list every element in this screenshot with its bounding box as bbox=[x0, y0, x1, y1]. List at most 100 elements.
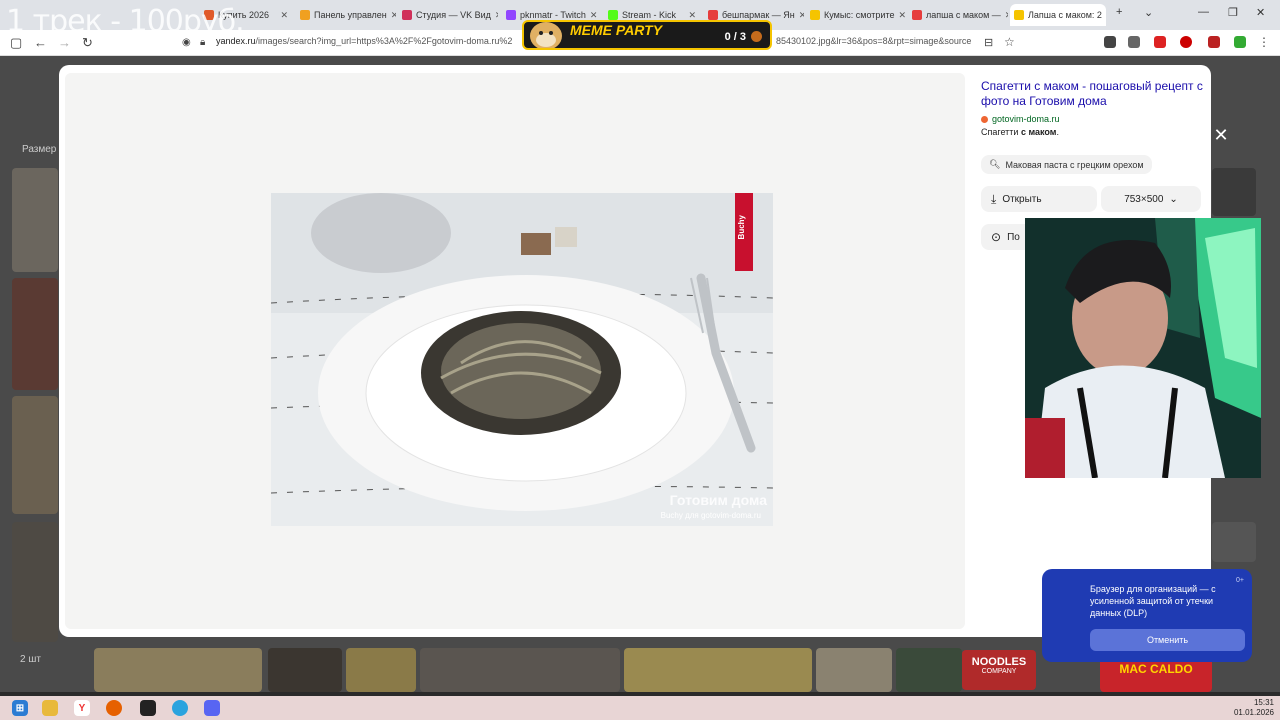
open-image-button[interactable]: ⤓ Открыть bbox=[981, 186, 1097, 212]
close-tab-icon[interactable]: ✕ bbox=[799, 10, 804, 21]
tab-label: Stream - Kick bbox=[622, 10, 677, 20]
chevron-down-icon: ⌄ bbox=[1169, 193, 1178, 205]
close-tab-icon[interactable]: ✕ bbox=[280, 10, 288, 21]
tab-label: Лапша с маком: 2 bbox=[1028, 10, 1102, 20]
tab-favicon bbox=[810, 10, 820, 20]
tab-6[interactable]: Кумыс: смотрите ✕ bbox=[806, 4, 906, 26]
result-thumbnail[interactable] bbox=[12, 396, 58, 514]
extension-icon[interactable] bbox=[1104, 36, 1116, 48]
result-thumbnail[interactable] bbox=[1212, 522, 1256, 562]
tab-label: Студия — VK Вид bbox=[416, 10, 491, 20]
site-favicon-icon bbox=[981, 115, 988, 123]
doge-icon bbox=[530, 22, 562, 48]
extension-icon[interactable] bbox=[1234, 36, 1246, 48]
image-search-label: По bbox=[1007, 231, 1020, 243]
new-tab-icon[interactable]: + bbox=[1116, 6, 1122, 18]
meme-score: 0 / 3 bbox=[724, 31, 746, 43]
extension-icon[interactable] bbox=[1128, 36, 1140, 48]
image-credit: Buchy для gotovim-doma.ru bbox=[660, 511, 761, 520]
noodles-label: NOODLES bbox=[971, 656, 1027, 668]
url-path: /images/search?img_url=https%3A%2F%2Fgot… bbox=[255, 36, 513, 46]
close-tab-icon[interactable]: ✕ bbox=[495, 10, 498, 21]
close-tab-icon[interactable]: ✕ bbox=[1005, 10, 1008, 21]
meme-party-label: MEME PARTY bbox=[570, 22, 663, 38]
tab-favicon bbox=[1014, 10, 1024, 20]
search-icon: 🔍︎ bbox=[989, 159, 1001, 169]
result-thumbnail[interactable] bbox=[12, 168, 58, 272]
start-icon[interactable]: ⊞ bbox=[12, 700, 28, 716]
chip-label: Маковая паста с грецким орехом bbox=[1005, 159, 1144, 170]
ribbon-text: Buchy bbox=[737, 215, 746, 240]
tab-label: Панель управлен bbox=[314, 10, 387, 20]
window-close-icon[interactable]: ✕ bbox=[1256, 6, 1265, 19]
result-thumbnail[interactable] bbox=[420, 648, 620, 692]
bookmark-star-icon[interactable]: ☆ bbox=[1004, 35, 1015, 49]
tab-favicon bbox=[708, 10, 718, 20]
extension-icon[interactable] bbox=[1180, 36, 1192, 48]
tab-list-icon[interactable]: ⌄ bbox=[1144, 6, 1153, 19]
result-thumbnail[interactable] bbox=[624, 648, 812, 692]
result-thumbnail[interactable] bbox=[1212, 168, 1256, 216]
extension-icon[interactable] bbox=[1208, 36, 1220, 48]
yandex-browser-icon[interactable]: Y bbox=[74, 700, 90, 716]
tab-label: лапша с маком — bbox=[926, 10, 1001, 20]
tab-label: Кумыс: смотрите bbox=[824, 10, 895, 20]
tab-2[interactable]: Студия — VK Вид ✕ bbox=[398, 4, 498, 26]
cancel-button[interactable]: Отменить bbox=[1090, 629, 1245, 651]
source-site[interactable]: gotovim-doma.ru bbox=[981, 114, 1205, 124]
description-prefix: Спагетти bbox=[981, 127, 1019, 137]
spaghetti-photo bbox=[271, 193, 773, 526]
size-label: 753×500 bbox=[1124, 193, 1164, 205]
tab-8-active[interactable]: Лапша с маком: 2✕ bbox=[1010, 4, 1106, 26]
tab-favicon bbox=[402, 10, 412, 20]
result-thumbnail[interactable] bbox=[268, 648, 342, 692]
tab-favicon bbox=[506, 10, 516, 20]
count-label: 2 шт bbox=[20, 654, 41, 665]
notification-text: Браузер для организаций — с усиленной за… bbox=[1090, 584, 1216, 618]
source-domain: gotovim-doma.ru bbox=[992, 114, 1060, 124]
minimize-icon[interactable]: — bbox=[1198, 6, 1209, 18]
result-thumbnail[interactable] bbox=[94, 648, 262, 692]
restore-icon[interactable]: ❐ bbox=[1228, 6, 1238, 19]
result-thumbnail[interactable] bbox=[346, 648, 416, 692]
image-description: Спагетти с маком. bbox=[981, 127, 1205, 137]
description-highlight: с маком bbox=[1020, 127, 1057, 137]
close-tab-icon[interactable]: ✕ bbox=[590, 10, 598, 21]
tab-1[interactable]: Панель управлен ✕ bbox=[296, 4, 396, 26]
result-thumbnail[interactable] bbox=[896, 648, 962, 692]
webcam-feed bbox=[1025, 218, 1261, 478]
author-ribbon: Buchy bbox=[735, 193, 753, 271]
webcam-overlay bbox=[1025, 218, 1261, 478]
extension-icon[interactable] bbox=[1154, 36, 1166, 48]
discord-icon[interactable] bbox=[204, 700, 220, 716]
result-thumbnail[interactable] bbox=[12, 278, 58, 390]
result-thumbnail[interactable] bbox=[816, 648, 892, 692]
file-explorer-icon[interactable] bbox=[42, 700, 58, 716]
tab-7[interactable]: лапша с маком — ✕ bbox=[908, 4, 1008, 26]
url-field[interactable]: yandex.ru/images/search?img_url=https%3A… bbox=[216, 36, 512, 46]
main-image[interactable]: Buchy Готовим дома Buchy для gotovim-dom… bbox=[271, 193, 773, 526]
tab-favicon bbox=[912, 10, 922, 20]
close-tab-icon[interactable]: ✕ bbox=[391, 10, 396, 21]
reader-mode-icon[interactable]: ⊟ bbox=[984, 36, 993, 49]
telegram-icon[interactable] bbox=[172, 700, 188, 716]
obs-icon[interactable] bbox=[140, 700, 156, 716]
taskbar: ⊞ Y 15:31 01.01.2026 bbox=[0, 696, 1280, 720]
system-clock[interactable]: 15:31 01.01.2026 bbox=[1234, 698, 1274, 718]
menu-icon[interactable]: ⋮ bbox=[1258, 35, 1270, 49]
coin-icon bbox=[751, 31, 762, 42]
clock-time: 15:31 bbox=[1253, 698, 1274, 707]
size-filter-label[interactable]: Размер bbox=[22, 144, 56, 155]
result-thumbnail[interactable]: NOODLES COMPANY bbox=[962, 650, 1036, 690]
tab-label: бешпармак — Ян bbox=[722, 10, 795, 20]
related-search-chip[interactable]: 🔍︎ Маковая паста с грецким орехом bbox=[981, 155, 1152, 174]
meme-party-widget: MEME PARTY 0 / 3 bbox=[522, 20, 772, 50]
result-thumbnail[interactable] bbox=[12, 522, 58, 642]
close-viewer-icon[interactable]: ✕ bbox=[1212, 126, 1230, 144]
close-tab-icon[interactable]: ✕ bbox=[898, 10, 906, 21]
source-page-title[interactable]: Спагетти с маком - пошаговый рецепт с фо… bbox=[981, 79, 1205, 109]
firefox-icon[interactable] bbox=[106, 700, 122, 716]
image-size-dropdown[interactable]: 753×500 ⌄ bbox=[1101, 186, 1201, 212]
close-tab-icon[interactable]: ✕ bbox=[688, 10, 696, 21]
download-icon: ⤓ bbox=[991, 191, 997, 206]
